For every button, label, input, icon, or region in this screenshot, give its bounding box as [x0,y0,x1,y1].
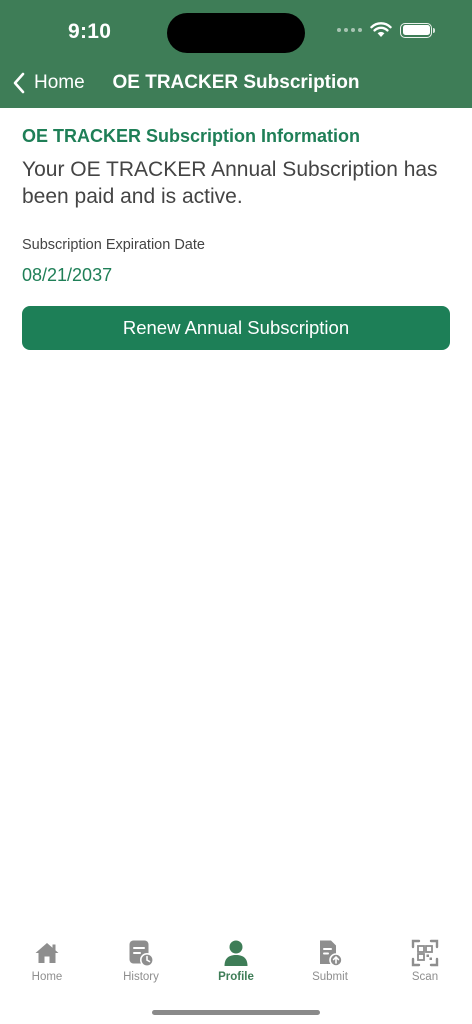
renew-subscription-button[interactable]: Renew Annual Subscription [22,306,450,350]
tab-label: Scan [411,971,439,983]
app-header: 9:10 Home OE TRACKER Subscription [0,0,472,108]
tab-home[interactable]: Home [0,938,94,983]
tab-label: Profile [218,971,254,983]
tab-label: Submit [312,971,348,983]
expiration-date-value: 08/21/2037 [22,265,113,285]
section-title: OE TRACKER Subscription Information [22,126,361,146]
subscription-content: OE TRACKER Subscription Information Your… [22,108,450,350]
dynamic-island [167,13,305,53]
status-indicators [337,22,435,38]
battery-icon [400,22,435,38]
status-time: 9:10 [68,20,112,43]
tab-submit[interactable]: Submit [283,938,377,983]
wifi-icon [370,22,392,37]
page-title: OE TRACKER Subscription [112,72,360,93]
qr-scan-icon [411,939,439,967]
cellular-signal-icon [337,28,362,32]
person-icon [224,940,248,966]
tab-label: Home [31,971,63,983]
tab-scan[interactable]: Scan [378,938,472,983]
expiration-date-label: Subscription Expiration Date [22,237,205,253]
tab-label: History [123,971,159,983]
subscription-status-message: Your OE TRACKER Annual Subscription has … [22,158,438,208]
house-icon [35,943,59,963]
tab-profile[interactable]: Profile [189,938,283,983]
history-icon [129,940,154,967]
home-indicator[interactable] [152,1010,320,1015]
tab-history[interactable]: History [94,938,188,983]
submit-document-icon [320,940,343,967]
